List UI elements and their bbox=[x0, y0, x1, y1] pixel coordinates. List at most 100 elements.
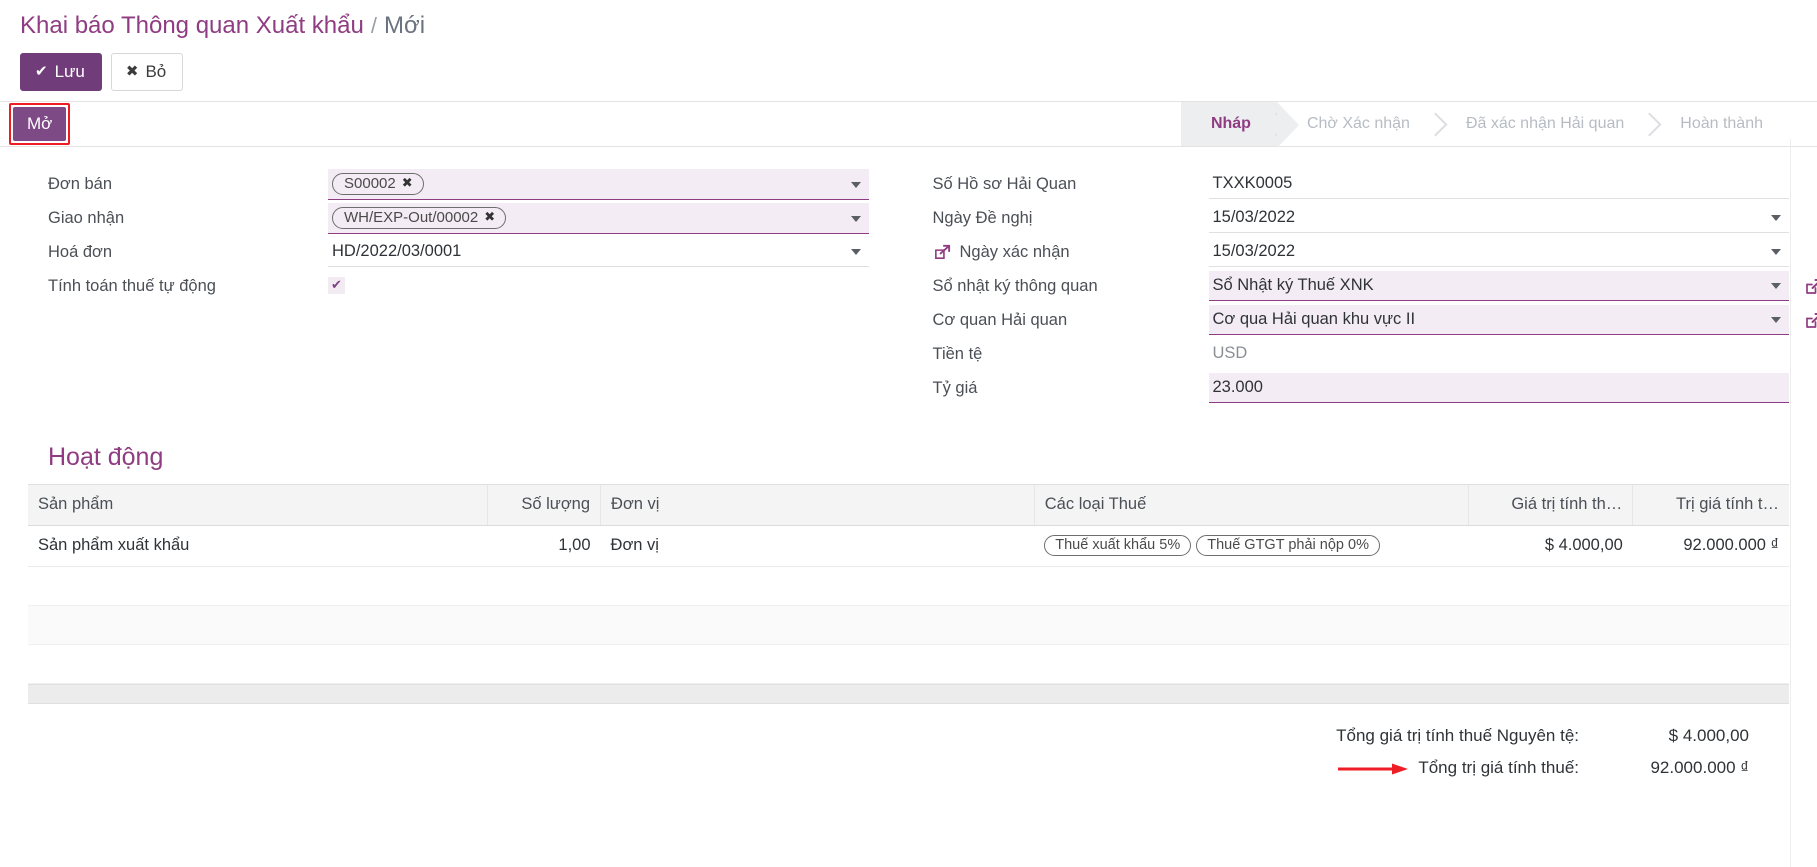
field-hoa-don: Hoá đơn HD/2022/03/0001 bbox=[28, 235, 869, 269]
lines-table-head: Sản phẩm Số lượng Đơn vị Các loại Thuế G… bbox=[28, 484, 1789, 525]
chevron-down-icon[interactable] bbox=[1771, 215, 1781, 221]
save-button[interactable]: ✔ Lưu bbox=[20, 53, 102, 91]
total-row-base: Tổng trị giá tính thuế: 92.000.000 ₫ bbox=[1336, 758, 1749, 778]
ngay-de-nghi-input[interactable]: 15/03/2022 bbox=[1209, 203, 1790, 233]
tien-te-value-box: USD bbox=[1209, 339, 1790, 369]
col-header-taxes[interactable]: Các loại Thuế bbox=[1034, 484, 1468, 525]
field-control: WH/EXP-Out/00002 ✖ bbox=[328, 201, 869, 234]
auto-tax-checkbox[interactable]: ✔ bbox=[328, 277, 345, 294]
col-header-taxable-base[interactable]: Giá trị tính th… bbox=[1468, 484, 1633, 525]
col-header-uom[interactable]: Đơn vị bbox=[601, 484, 1035, 525]
odoo-form-view: Khai báo Thông quan Xuất khẩu/Mới ✔ Lưu … bbox=[0, 0, 1817, 867]
field-control: TXXK0005 bbox=[1209, 167, 1790, 199]
totals-block: Tổng giá trị tính thuế Nguyên tệ: $ 4.00… bbox=[28, 726, 1789, 778]
chevron-down-icon[interactable] bbox=[851, 216, 861, 222]
co-quan-hai-quan-input[interactable]: Cơ qua Hải quan khu vực II bbox=[1209, 305, 1790, 335]
form-sheet: Đơn bán S00002 ✖ Giao nhận bbox=[0, 147, 1817, 405]
tag-label: WH/EXP-Out/00002 bbox=[344, 209, 478, 226]
stage-cho-xac-nhan[interactable]: Chờ Xác nhận bbox=[1277, 102, 1436, 146]
breadcrumb-current: Mới bbox=[384, 12, 425, 39]
chevron-down-icon[interactable] bbox=[1771, 317, 1781, 323]
lines-table: Sản phẩm Số lượng Đơn vị Các loại Thuế G… bbox=[28, 484, 1789, 684]
stage-hoan-thanh[interactable]: Hoàn thành bbox=[1650, 102, 1789, 146]
cell-product: Sản phẩm xuất khẩu bbox=[28, 525, 488, 566]
stage-label: Nháp bbox=[1211, 115, 1251, 133]
field-label: Ngày xác nhận bbox=[909, 235, 1209, 262]
field-label: Tỷ giá bbox=[909, 371, 1209, 398]
stage-nhap[interactable]: Nháp bbox=[1181, 102, 1277, 146]
tag-chip[interactable]: S00002 ✖ bbox=[332, 173, 424, 195]
field-so-ho-so-hai-quan: Số Hồ sơ Hải Quan TXXK0005 bbox=[909, 167, 1790, 201]
hoa-don-input[interactable]: HD/2022/03/0001 bbox=[328, 237, 869, 267]
field-ty-gia: Tỷ giá 23.000 bbox=[909, 371, 1790, 405]
total-value: 92.000.000 ₫ bbox=[1579, 758, 1749, 778]
discard-button[interactable]: ✖ Bỏ bbox=[111, 53, 183, 91]
cell-taxable-base: $ 4.000,00 bbox=[1468, 525, 1633, 566]
tien-te-value: USD bbox=[1213, 344, 1248, 363]
field-control: HD/2022/03/0001 bbox=[328, 235, 869, 267]
tag-remove-icon[interactable]: ✖ bbox=[484, 209, 495, 225]
cell-quantity: 1,00 bbox=[488, 525, 601, 566]
tag-label: S00002 bbox=[344, 175, 396, 192]
chevron-down-icon[interactable] bbox=[851, 249, 861, 255]
lines-section: Hoạt động Sản phẩm Số lượng Đơn vị Các l… bbox=[0, 443, 1817, 778]
field-label: Giao nhận bbox=[28, 201, 328, 228]
table-row-empty bbox=[28, 644, 1789, 683]
form-column-right: Số Hồ sơ Hải Quan TXXK0005 Ngày Đề nghị … bbox=[909, 167, 1790, 405]
stage-label: Chờ Xác nhận bbox=[1307, 115, 1410, 133]
cell-taxable-value: 92.000.000 ₫ bbox=[1633, 525, 1789, 566]
external-link-icon[interactable] bbox=[1804, 311, 1817, 330]
cell-uom: Đơn vị bbox=[601, 525, 1035, 566]
so-nhat-ky-thong-quan-input[interactable]: Sổ Nhật ký Thuế XNK bbox=[1209, 271, 1790, 301]
table-row-empty bbox=[28, 605, 1789, 644]
chevron-down-icon[interactable] bbox=[851, 182, 861, 188]
tag-chip[interactable]: WH/EXP-Out/00002 ✖ bbox=[332, 207, 506, 229]
statusbar-stages: Nháp Chờ Xác nhận Đã xác nhận Hải quan H… bbox=[1181, 102, 1789, 146]
ngay-de-nghi-value: 15/03/2022 bbox=[1213, 208, 1296, 227]
col-header-product[interactable]: Sản phẩm bbox=[28, 484, 488, 525]
so-ho-so-hai-quan-input[interactable]: TXXK0005 bbox=[1209, 169, 1790, 199]
discard-button-label: Bỏ bbox=[145, 63, 166, 80]
action-toolbar: ✔ Lưu ✖ Bỏ bbox=[0, 47, 1817, 101]
field-don-ban: Đơn bán S00002 ✖ bbox=[28, 167, 869, 201]
open-button[interactable]: Mở bbox=[13, 107, 66, 141]
table-row[interactable]: Sản phẩm xuất khẩu 1,00 Đơn vị Thuế xuất… bbox=[28, 525, 1789, 566]
field-ngay-de-nghi: Ngày Đề nghị 15/03/2022 bbox=[909, 201, 1790, 235]
external-link-icon[interactable] bbox=[933, 243, 952, 262]
field-co-quan-hai-quan: Cơ quan Hải quan Cơ qua Hải quan khu vực… bbox=[909, 303, 1790, 337]
chevron-down-icon[interactable] bbox=[1771, 249, 1781, 255]
tax-tag: Thuế xuất khẩu 5% bbox=[1044, 535, 1191, 556]
stage-label: Đã xác nhận Hải quan bbox=[1466, 115, 1624, 133]
lines-table-body: Sản phẩm xuất khẩu 1,00 Đơn vị Thuế xuất… bbox=[28, 525, 1789, 683]
breadcrumb: Khai báo Thông quan Xuất khẩu/Mới bbox=[0, 0, 1817, 47]
tag-remove-icon[interactable]: ✖ bbox=[402, 175, 413, 191]
ty-gia-value: 23.000 bbox=[1213, 378, 1263, 397]
table-header-row: Sản phẩm Số lượng Đơn vị Các loại Thuế G… bbox=[28, 484, 1789, 525]
chevron-down-icon[interactable] bbox=[1771, 283, 1781, 289]
field-control: ✔ bbox=[328, 269, 869, 295]
col-header-taxable-value[interactable]: Trị giá tính t… bbox=[1633, 484, 1789, 525]
field-control: Cơ qua Hải quan khu vực II bbox=[1209, 303, 1790, 335]
statusbar-row: Mở Nháp Chờ Xác nhận Đã xác nhận Hải qua… bbox=[0, 101, 1817, 147]
don-ban-input[interactable]: S00002 ✖ bbox=[328, 169, 869, 200]
ngay-xac-nhan-input[interactable]: 15/03/2022 bbox=[1209, 237, 1790, 267]
field-ngay-xac-nhan: Ngày xác nhận 15/03/2022 bbox=[909, 235, 1790, 269]
external-link-icon[interactable] bbox=[1804, 277, 1817, 296]
cell-taxes: Thuế xuất khẩu 5%Thuế GTGT phải nộp 0% bbox=[1034, 525, 1468, 566]
field-label: Ngày Đề nghị bbox=[909, 201, 1209, 228]
total-value: $ 4.000,00 bbox=[1579, 726, 1749, 746]
check-icon: ✔ bbox=[35, 64, 48, 79]
red-arrow-annotation bbox=[1336, 761, 1410, 775]
total-row-currency: Tổng giá trị tính thuế Nguyên tệ: $ 4.00… bbox=[1336, 726, 1749, 746]
field-label: Tính toán thuế tự động bbox=[28, 269, 328, 296]
breadcrumb-root[interactable]: Khai báo Thông quan Xuất khẩu bbox=[20, 12, 364, 39]
field-control: 15/03/2022 bbox=[1209, 235, 1790, 267]
field-control: 23.000 bbox=[1209, 371, 1790, 403]
field-label: Đơn bán bbox=[28, 167, 328, 194]
stage-da-xac-nhan-hai-quan[interactable]: Đã xác nhận Hải quan bbox=[1436, 102, 1650, 146]
giao-nhan-input[interactable]: WH/EXP-Out/00002 ✖ bbox=[328, 203, 869, 234]
col-header-quantity[interactable]: Số lượng bbox=[488, 484, 601, 525]
field-so-nhat-ky-thong-quan: Sổ nhật ký thông quan Sổ Nhật ký Thuế XN… bbox=[909, 269, 1790, 303]
ty-gia-input[interactable]: 23.000 bbox=[1209, 373, 1790, 403]
hoa-don-value: HD/2022/03/0001 bbox=[332, 242, 461, 261]
